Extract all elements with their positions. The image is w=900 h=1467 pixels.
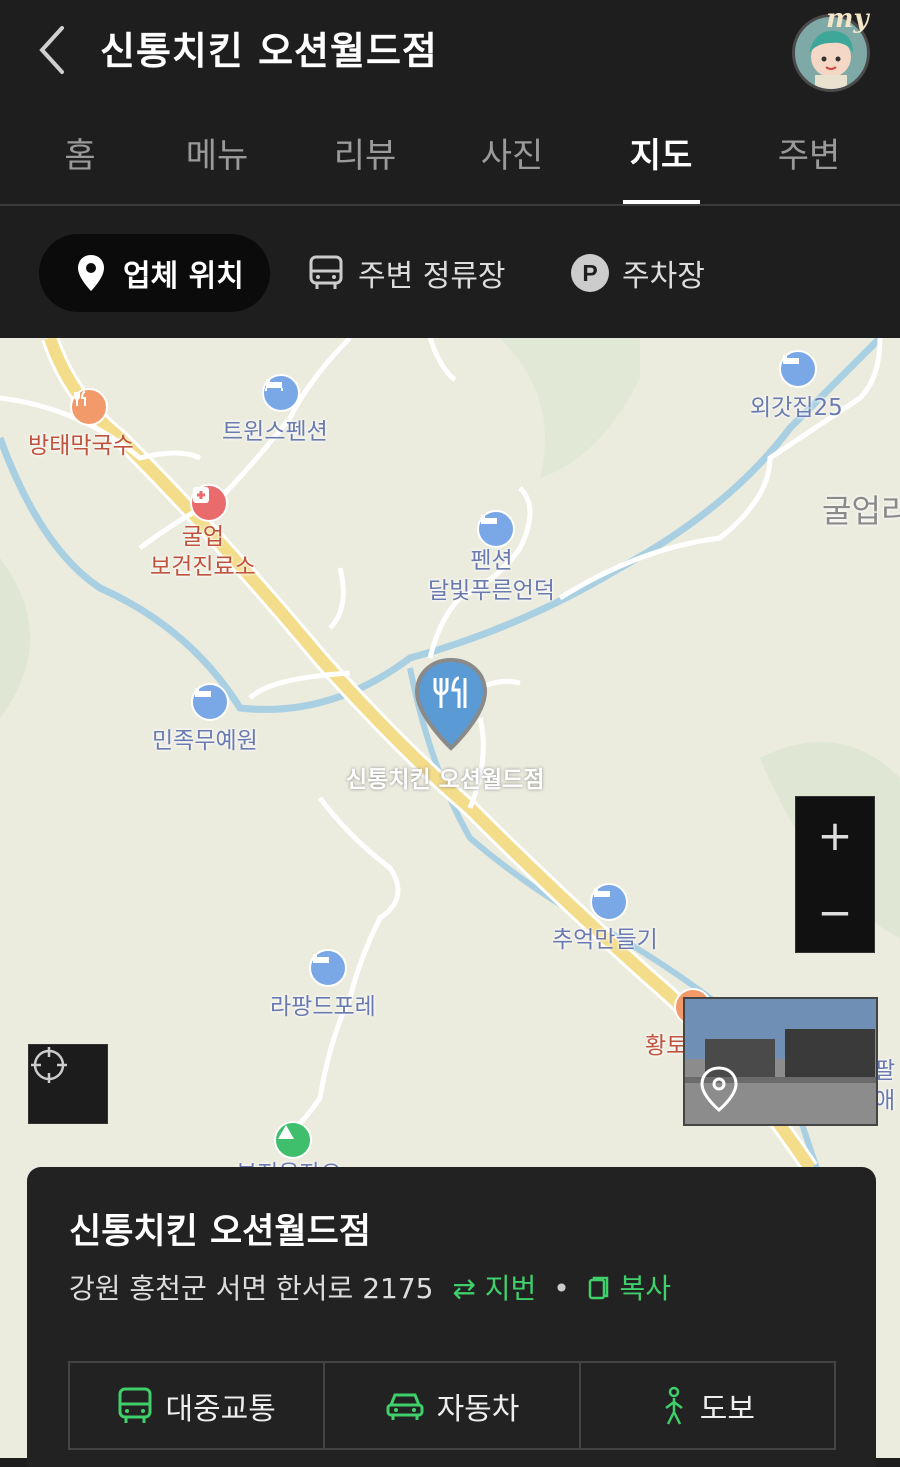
app-header: 신통치킨 오션월드점 my bbox=[0, 0, 900, 100]
page-title: 신통치킨 오션월드점 bbox=[100, 29, 438, 73]
car-route-button[interactable]: 자동차 bbox=[325, 1363, 581, 1448]
lodging-icon[interactable] bbox=[191, 683, 229, 721]
transit-route-button[interactable]: 대중교통 bbox=[70, 1363, 326, 1448]
walk-label: 도보 bbox=[699, 1391, 755, 1427]
place-info-panel: 신통치킨 오션월드점 강원 홍천군 서면 한서로 2175 ⇄ 지번 • 복사 … bbox=[27, 1167, 876, 1467]
tab-map[interactable]: 지도 bbox=[627, 128, 695, 177]
map-pin-icon bbox=[71, 253, 111, 293]
zoom-out-button[interactable]: − bbox=[796, 874, 874, 951]
chip-location-label: 업체 위치 bbox=[123, 259, 244, 294]
lodging-icon[interactable] bbox=[779, 350, 817, 388]
copy-address-button[interactable]: 복사 bbox=[620, 1272, 672, 1305]
parking-icon: P bbox=[570, 253, 610, 293]
tab-home[interactable]: 홈 bbox=[60, 128, 100, 177]
poi-label: 추억만들기 bbox=[552, 927, 658, 953]
lodging-icon[interactable] bbox=[590, 883, 628, 921]
my-location-button[interactable] bbox=[28, 1044, 108, 1124]
store-label: 신통치킨 오션월드점 bbox=[346, 767, 545, 793]
chip-parking-label: 주차장 bbox=[622, 259, 705, 294]
tab-bar: 홈 메뉴 리뷰 사진 지도 주변 bbox=[0, 100, 900, 206]
address-text: 강원 홍천군 서면 한서로 2175 bbox=[69, 1272, 434, 1305]
street-view-thumbnail[interactable] bbox=[683, 997, 878, 1126]
walk-route-button[interactable]: 도보 bbox=[581, 1363, 834, 1448]
tab-nearby[interactable]: 주변 bbox=[775, 128, 843, 177]
car-icon bbox=[385, 1389, 425, 1423]
poi-label: 황토 bbox=[645, 1033, 688, 1059]
chip-bus-stops[interactable]: 주변 정류장 bbox=[306, 234, 506, 312]
poi-label: 라팡드포레 bbox=[270, 994, 376, 1020]
chip-location[interactable]: 업체 위치 bbox=[39, 234, 270, 312]
chip-bus-stops-label: 주변 정류장 bbox=[358, 259, 506, 294]
poi-label: 펜션 달빛푸른언덕 bbox=[428, 548, 555, 604]
copy-icon bbox=[587, 1272, 620, 1305]
car-label: 자동차 bbox=[436, 1391, 520, 1427]
transit-label: 대중교통 bbox=[165, 1391, 276, 1427]
area-label: 굴업리 bbox=[822, 492, 900, 530]
walking-person-icon bbox=[660, 1386, 688, 1426]
svg-text:P: P bbox=[582, 260, 597, 286]
zoom-in-button[interactable]: + bbox=[796, 797, 874, 874]
route-button-group: 대중교통 자동차 도보 bbox=[68, 1361, 836, 1450]
lodging-icon[interactable] bbox=[262, 374, 300, 412]
swap-arrows-icon: ⇄ bbox=[452, 1272, 476, 1305]
address-row: 강원 홍천군 서면 한서로 2175 ⇄ 지번 • 복사 bbox=[69, 1267, 671, 1307]
active-tab-indicator bbox=[623, 200, 700, 204]
place-name: 신통치킨 오션월드점 bbox=[69, 1212, 371, 1252]
lodging-icon[interactable] bbox=[309, 949, 347, 987]
bus-icon bbox=[117, 1386, 153, 1426]
poi-label: 굴업 보건진료소 bbox=[150, 524, 256, 580]
map-filter-chips: 업체 위치 주변 정류장 P 주차장 bbox=[0, 206, 900, 338]
poi-label: 민족무예원 bbox=[152, 728, 258, 754]
clinic-icon[interactable] bbox=[190, 484, 228, 522]
separator-dot: • bbox=[553, 1272, 570, 1305]
restaurant-icon[interactable] bbox=[70, 388, 108, 426]
zoom-control: + − bbox=[795, 796, 875, 953]
bus-icon bbox=[306, 253, 346, 293]
chip-parking[interactable]: P 주차장 bbox=[570, 234, 705, 312]
jibun-toggle[interactable]: 지번 bbox=[485, 1272, 537, 1305]
store-marker-icon[interactable] bbox=[413, 656, 489, 752]
poi-label: 외갓집25 bbox=[750, 395, 843, 421]
my-badge: my bbox=[826, 4, 869, 34]
tab-menu[interactable]: 메뉴 bbox=[183, 128, 251, 177]
tab-photo[interactable]: 사진 bbox=[478, 128, 546, 177]
lodging-icon[interactable] bbox=[477, 510, 515, 548]
tab-review[interactable]: 리뷰 bbox=[331, 128, 399, 177]
back-chevron-icon[interactable] bbox=[32, 22, 76, 78]
poi-label: 방태막국수 bbox=[28, 433, 134, 459]
poi-label: 트윈스펜션 bbox=[222, 419, 328, 445]
